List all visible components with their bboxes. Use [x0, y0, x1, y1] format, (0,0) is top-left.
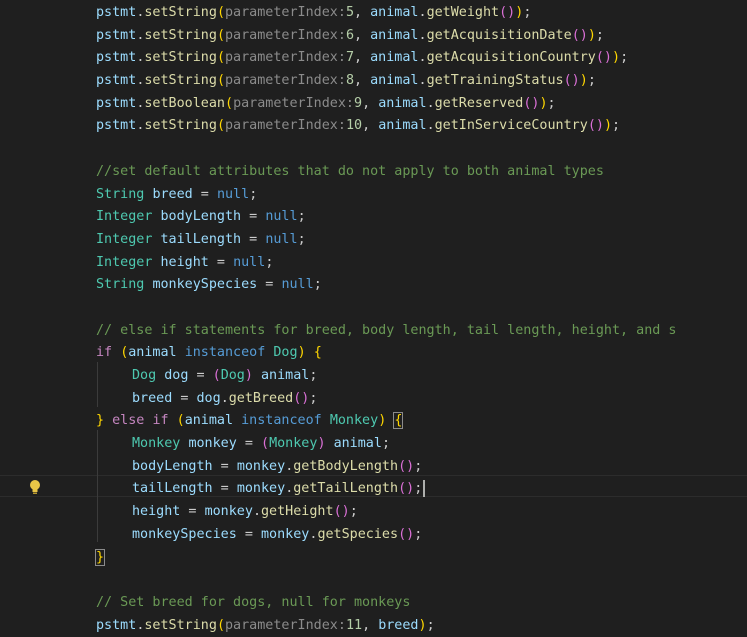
- code-line: // Set breed for dogs, null for monkeys: [96, 592, 747, 615]
- code-line: bodyLength = monkey.getBodyLength();: [132, 458, 423, 474]
- code-line: Monkey monkey = (Monkey) animal;: [132, 436, 390, 452]
- code-comment: // else if statements for breed, body le…: [96, 322, 677, 338]
- code-line: Integer height = null;: [96, 254, 274, 270]
- code-editor[interactable]: pstmt.setString(parameterIndex:5, animal…: [0, 0, 747, 633]
- code-line: breed = dog.getBreed();: [132, 390, 318, 406]
- code-line: pstmt.setString(parameterIndex:10, anima…: [96, 118, 621, 134]
- code-line: if (animal instanceof Dog) {: [96, 345, 322, 361]
- inlay-hint: parameterIndex:: [225, 118, 346, 134]
- code-line-current: tailLength = monkey.getTailLength();: [96, 478, 747, 501]
- inlay-hint: parameterIndex:: [225, 617, 346, 633]
- lightbulb-icon[interactable]: [28, 479, 42, 495]
- code-line: pstmt.setString(parameterIndex:6, animal…: [96, 27, 604, 43]
- code-comment: // Set breed for dogs, null for monkeys: [96, 594, 411, 610]
- matching-bracket-close: }: [94, 548, 106, 566]
- code-comment: //set default attributes that do not app…: [96, 163, 604, 179]
- code-line: String breed = null;: [96, 186, 258, 202]
- code-area: pstmt.setString(parameterIndex:5, animal…: [94, 2, 747, 637]
- code-line: }: [94, 547, 747, 570]
- code-line: height = monkey.getHeight();: [132, 504, 358, 520]
- code-line: // else if statements for breed, body le…: [96, 320, 747, 343]
- matching-bracket-open: {: [393, 412, 404, 430]
- code-line: pstmt.setString(parameterIndex:5, animal…: [96, 5, 532, 20]
- code-line: //set default attributes that do not app…: [96, 161, 747, 184]
- code-line: pstmt.setString(parameterIndex:7, animal…: [96, 50, 629, 66]
- code-line: Integer bodyLength = null;: [96, 209, 306, 225]
- code-line: monkeySpecies = monkey.getSpecies();: [132, 526, 423, 542]
- code-line: } else if (animal instanceof Monkey) {: [96, 412, 404, 430]
- code-line: Dog dog = (Dog) animal;: [132, 368, 318, 383]
- inlay-hint: parameterIndex:: [225, 27, 346, 43]
- inlay-hint: parameterIndex:: [233, 95, 354, 111]
- code-line: pstmt.setString(parameterIndex:11, breed…: [96, 617, 435, 633]
- inlay-hint: parameterIndex:: [225, 50, 346, 66]
- code-line: String monkeySpecies = null;: [96, 277, 322, 293]
- inlay-hint: parameterIndex:: [225, 73, 346, 89]
- code-line: pstmt.setBoolean(parameterIndex:9, anima…: [96, 95, 556, 111]
- text-cursor: [423, 479, 426, 497]
- inlay-hint: parameterIndex:: [225, 5, 346, 20]
- code-line: Integer tailLength = null;: [96, 231, 306, 247]
- code-line: pstmt.setString(parameterIndex:8, animal…: [96, 73, 596, 89]
